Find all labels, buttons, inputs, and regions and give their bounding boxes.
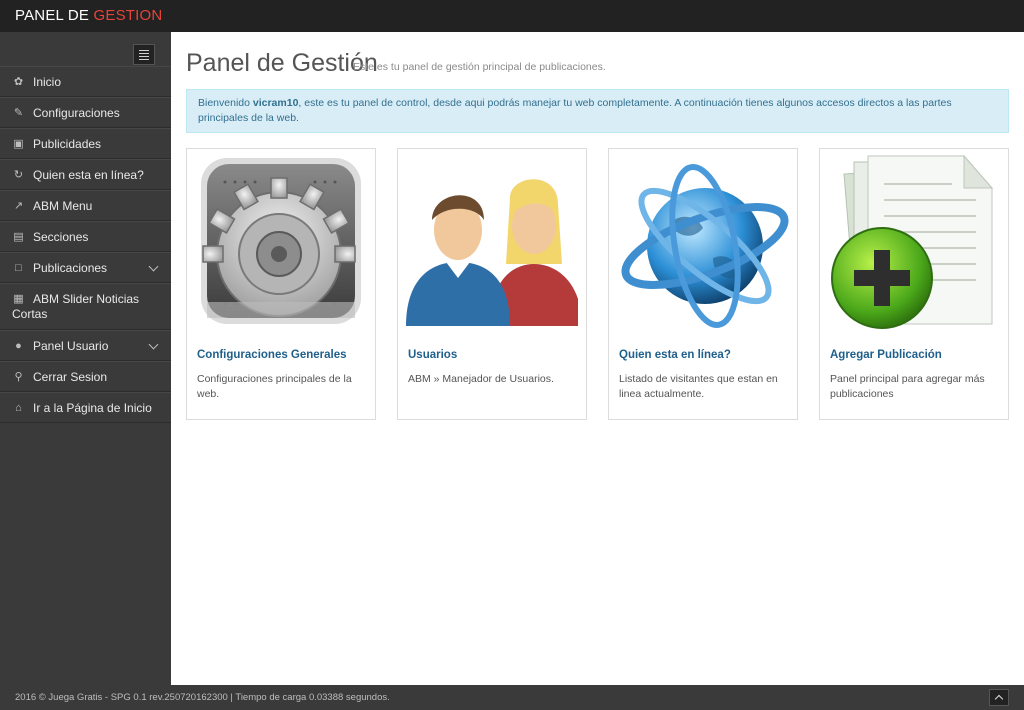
sidebar-item-abm-menu[interactable]: ↗ ABM Menu (0, 190, 171, 221)
chevron-down-icon (148, 261, 159, 272)
alert-username: vicram10 (252, 97, 299, 109)
sidebar-item-label: Ir a la Página de Inicio (33, 401, 152, 415)
key-icon: ⚲ (14, 371, 23, 383)
footer: 2016 © Juega Gratis - SPG 0.1 rev.250720… (0, 685, 1024, 710)
sidebar-item-label: Cerrar Sesion (33, 370, 108, 384)
sidebar-item-abm-slider[interactable]: ▦ ABM Slider Noticias Cortas (0, 283, 171, 330)
top-bar: PANEL DE GESTION (0, 0, 1024, 32)
footer-text: 2016 © Juega Gratis - SPG 0.1 rev.250720… (15, 692, 390, 703)
page-title: Panel de Gestión (186, 49, 378, 77)
sidebar-item-configuraciones[interactable]: ✎ Configuraciones (0, 97, 171, 128)
sidebar-item-label: ABM Slider Noticias Cortas (12, 292, 140, 321)
page-subtitle: Este es tu panel de gestión principal de… (353, 61, 606, 73)
sidebar-item-label: ABM Menu (33, 199, 93, 213)
edit-icon: ✎ (13, 107, 24, 119)
scroll-top-button[interactable] (989, 689, 1009, 706)
card-title[interactable]: Agregar Publicación (830, 349, 942, 361)
card-agregar-publicacion[interactable]: Agregar Publicación Panel principal para… (819, 148, 1009, 420)
external-link-icon: ↗ (13, 200, 24, 212)
welcome-alert: Bienvenido vicram10, este es tu panel de… (186, 89, 1009, 133)
chevron-down-icon (148, 339, 159, 350)
card-title[interactable]: Quien esta en línea? (619, 349, 731, 361)
brand-logo[interactable]: PANEL DE GESTION (15, 7, 162, 24)
refresh-icon: ↻ (13, 169, 24, 181)
card-description: Listado de visitantes que estan en linea… (619, 373, 778, 400)
alert-text: , este es tu panel de control, desde aqu… (198, 97, 952, 124)
sidebar-item-label: Inicio (33, 75, 62, 89)
user-icon: ● (15, 340, 22, 352)
card-description: ABM » Manejador de Usuarios. (408, 373, 554, 385)
gear-icon (201, 158, 361, 324)
add-document-icon (831, 154, 994, 329)
sidebar-item-inicio[interactable]: ✿ Inicio (0, 66, 171, 97)
sidebar-item-label: Panel Usuario (33, 339, 109, 353)
home-icon: ⌂ (15, 402, 22, 414)
users-icon (406, 179, 578, 326)
sidebar-item-cerrar-sesion[interactable]: ⚲ Cerrar Sesion (0, 361, 171, 392)
sidebar-item-panel-usuario[interactable]: ● Panel Usuario (0, 330, 171, 361)
sidebar-item-label: Publicidades (33, 137, 102, 151)
file-icon: □ (15, 262, 22, 274)
card-title[interactable]: Usuarios (408, 349, 457, 361)
main-content: Panel de Gestión Este es tu panel de ges… (171, 32, 1024, 685)
card-quien-esta-en-linea[interactable]: Quien esta en línea? Listado de visitant… (608, 148, 798, 420)
brand-part-2: GESTION (93, 7, 163, 24)
sidebar-item-label: Configuraciones (33, 106, 120, 120)
globe-icon (621, 164, 789, 328)
card-configuraciones-generales[interactable]: Configuraciones Generales Configuracione… (186, 148, 376, 420)
card-description: Configuraciones principales de la web. (197, 373, 352, 400)
folder-open-icon: ▤ (13, 231, 24, 243)
alert-prefix: Bienvenido (198, 97, 253, 109)
sidebar: ✿ Inicio ✎ Configuraciones ▣ Publicidade… (0, 32, 171, 685)
sidebar-item-publicidades[interactable]: ▣ Publicidades (0, 128, 171, 159)
sidebar-item-label: Quien esta en línea? (33, 168, 144, 182)
sidebar-item-pagina-inicio[interactable]: ⌂ Ir a la Página de Inicio (0, 392, 171, 423)
gift-icon: ▣ (13, 138, 24, 150)
sidebar-item-quien-esta-en-linea[interactable]: ↻ Quien esta en línea? (0, 159, 171, 190)
sidebar-item-publicaciones[interactable]: □ Publicaciones (0, 252, 171, 283)
sidebar-nav: ✿ Inicio ✎ Configuraciones ▣ Publicidade… (0, 66, 171, 423)
sidebar-toggle-button[interactable] (133, 44, 155, 65)
sidebar-item-label: Publicaciones (33, 261, 108, 275)
card-description: Panel principal para agregar más publica… (830, 373, 985, 400)
card-title[interactable]: Configuraciones Generales (197, 349, 347, 361)
chevron-up-icon (994, 694, 1004, 704)
brand-part-1: PANEL DE (15, 7, 94, 24)
card-usuarios[interactable]: Usuarios ABM » Manejador de Usuarios. (397, 148, 587, 420)
sidebar-item-secciones[interactable]: ▤ Secciones (0, 221, 171, 252)
leaf-icon: ✿ (13, 76, 24, 88)
sidebar-item-label: Secciones (33, 230, 89, 244)
